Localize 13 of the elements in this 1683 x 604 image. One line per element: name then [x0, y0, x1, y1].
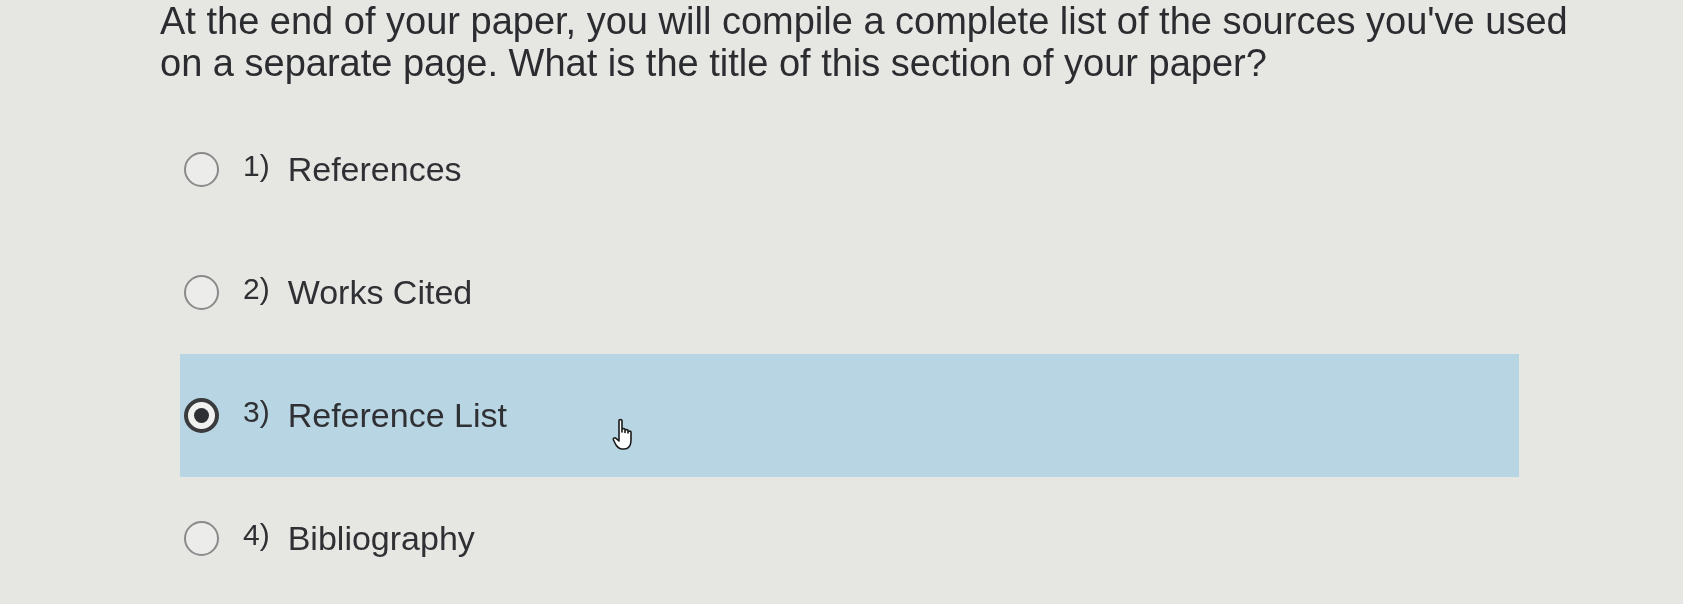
question-text: At the end of your paper, you will compile a complete list of the sources you've used on a separate page. What is the title of this section of your paper?	[160, 0, 1569, 84]
option-number: 1)	[243, 148, 270, 183]
radio-button[interactable]	[184, 275, 219, 310]
option-label[interactable]: References	[287, 150, 462, 189]
option-label[interactable]: Reference List	[287, 396, 507, 435]
option-number: 2)	[243, 271, 270, 306]
option-label[interactable]: Bibliography	[287, 519, 475, 558]
option-label[interactable]: Works Cited	[287, 273, 473, 312]
radio-button[interactable]	[184, 521, 219, 556]
radio-button[interactable]	[184, 398, 219, 433]
option-number: 4)	[243, 517, 270, 552]
option-number: 3)	[243, 394, 270, 429]
radio-button[interactable]	[184, 152, 219, 187]
